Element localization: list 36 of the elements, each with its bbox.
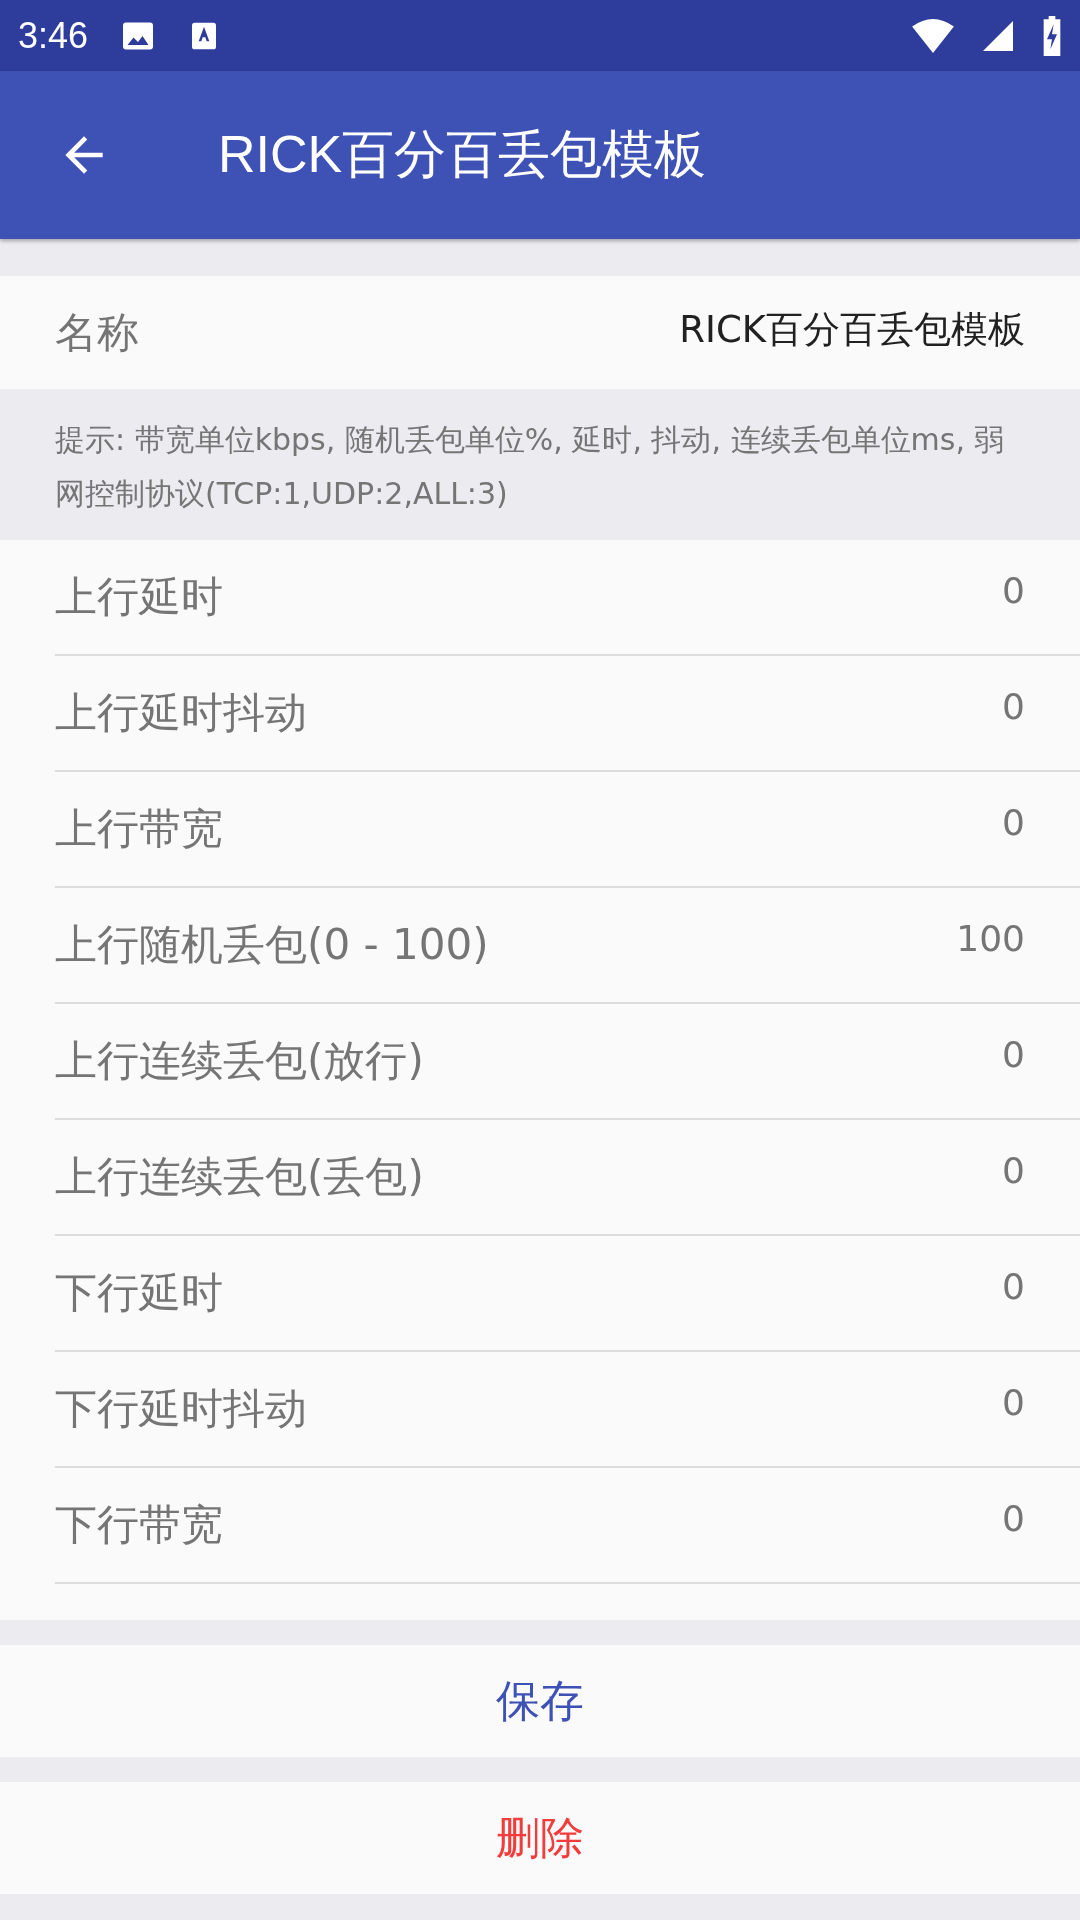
setting-value: 100	[956, 917, 1025, 959]
setting-label: 下行延时抖动	[55, 1383, 307, 1435]
setting-row[interactable]: 下行带宽 0	[55, 1468, 1080, 1584]
setting-row[interactable]: 上行连续丢包(放行) 0	[55, 1004, 1080, 1120]
setting-row[interactable]: 下行延时 0	[55, 1236, 1080, 1352]
setting-label: 上行连续丢包(丢包)	[55, 1151, 424, 1203]
setting-label: 上行连续丢包(放行)	[55, 1035, 424, 1087]
setting-row[interactable]: 上行带宽 0	[55, 772, 1080, 888]
hint-text: 提示: 带宽单位kbps, 随机丢包单位%, 延时, 抖动, 连续丢包单位ms, 弱网控制协议(TCP:1,UDP:2,ALL:3)	[55, 422, 1005, 511]
setting-label: 上行延时	[55, 571, 223, 623]
setting-value: 0	[1002, 1381, 1025, 1423]
setting-row[interactable]: 下行延时抖动 0	[55, 1352, 1080, 1468]
setting-value: 0	[1002, 801, 1025, 843]
name-row[interactable]: 名称 RICK百分百丢包模板	[0, 276, 1080, 389]
setting-value: 0	[1002, 1265, 1025, 1307]
setting-value: 0	[1002, 1497, 1025, 1539]
name-value: RICK百分百丢包模板	[679, 306, 1025, 353]
name-label: 名称	[55, 306, 139, 359]
setting-value: 0	[1002, 1033, 1025, 1075]
screen-title: RICK百分百丢包模板	[218, 124, 707, 185]
wifi-icon	[910, 16, 956, 55]
setting-row[interactable]: 上行延时抖动 0	[55, 656, 1080, 772]
setting-label: 上行带宽	[55, 803, 223, 855]
action-button[interactable]: 删除	[0, 1782, 1080, 1894]
setting-value: 0	[1002, 685, 1025, 727]
setting-row[interactable]: 上行连续丢包(丢包) 0	[55, 1120, 1080, 1236]
setting-label: 下行带宽	[55, 1499, 223, 1551]
setting-row[interactable]: 上行随机丢包(0 - 100) 100	[55, 888, 1080, 1004]
setting-label: 上行随机丢包(0 - 100)	[55, 919, 489, 971]
setting-row[interactable]: 上行延时 0	[55, 540, 1080, 656]
setting-value: 0	[1002, 1149, 1025, 1191]
setting-label: 下行延时	[55, 1267, 223, 1319]
action-button[interactable]: 保存	[0, 1645, 1080, 1757]
setting-value: 0	[1002, 569, 1025, 611]
setting-label: 上行延时抖动	[55, 687, 307, 739]
clock: 3:46	[18, 14, 89, 57]
